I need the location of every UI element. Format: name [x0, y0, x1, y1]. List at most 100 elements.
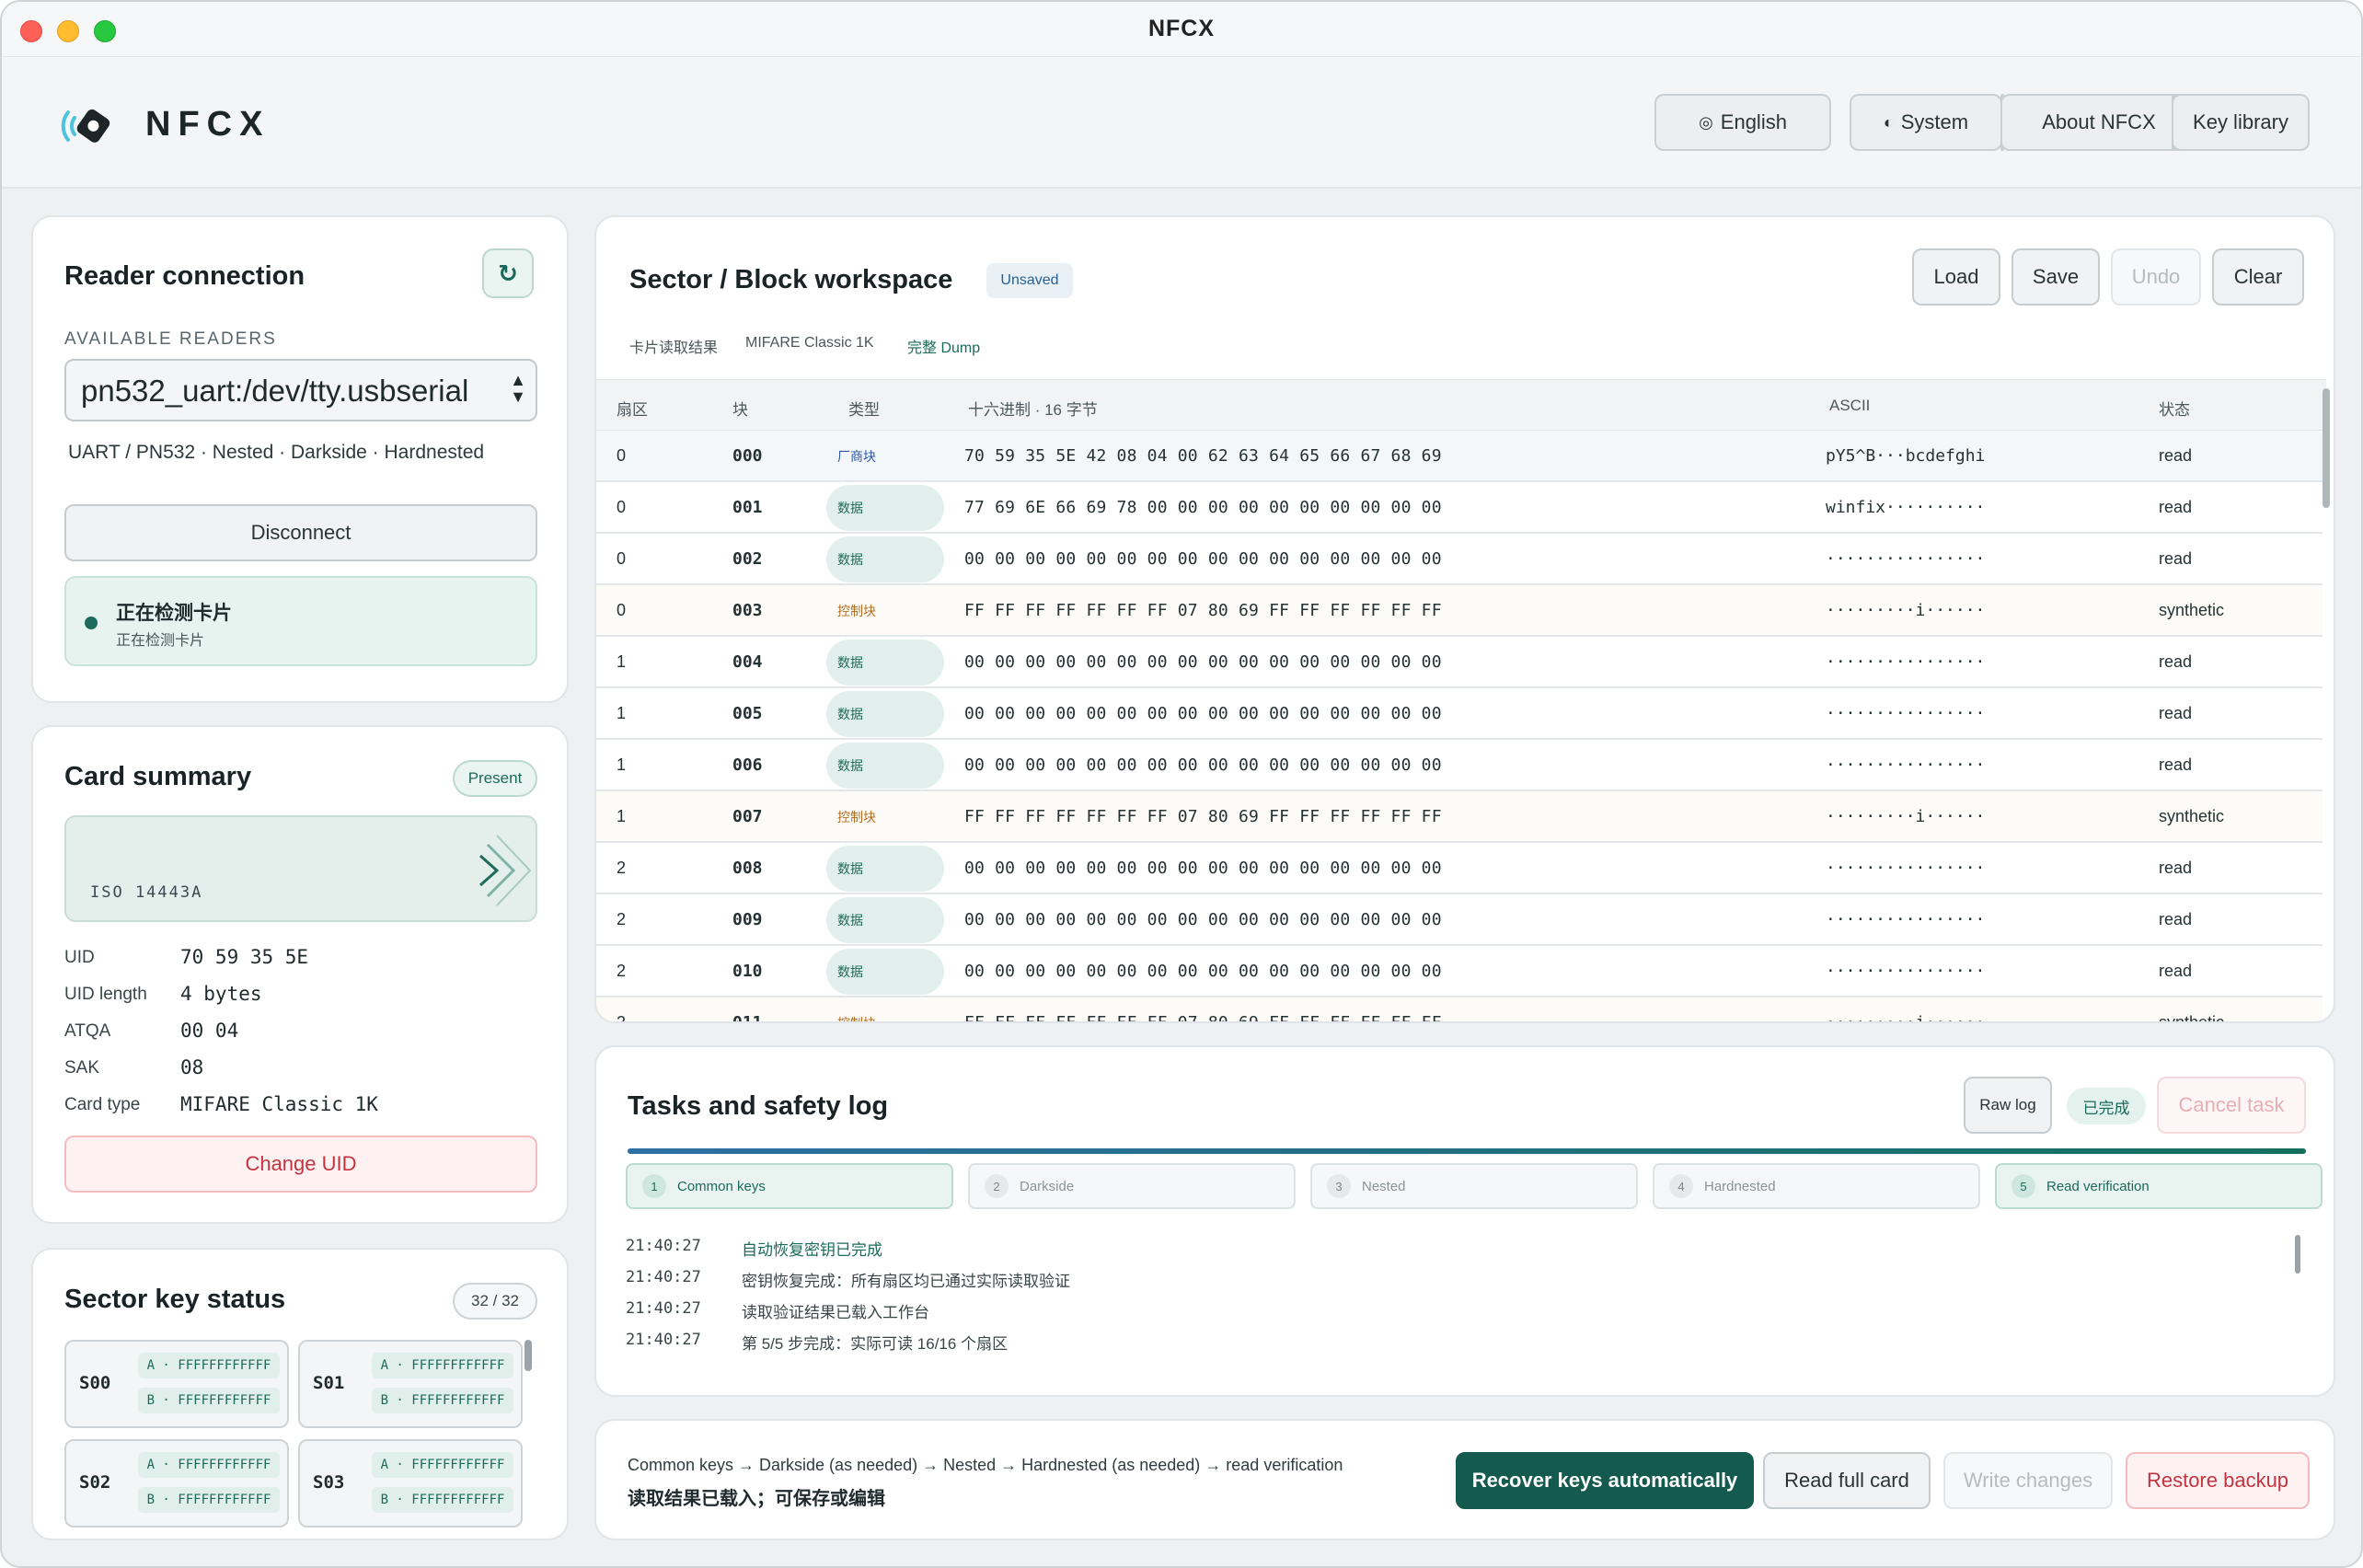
- table-row[interactable]: 0 002 00 00 00 00 00 00 00 00 00 00 00 00 …: [596, 534, 2323, 585]
- sector-name: S00: [79, 1373, 111, 1393]
- table-scrollbar-thumb[interactable]: [2323, 388, 2330, 508]
- sector-key-status-card: Sector key status 32 / 32 S00 A · FFFFFF…: [31, 1248, 569, 1540]
- table-row[interactable]: 2 008 00 00 00 00 00 00 00 00 00 00 00 00 …: [596, 843, 2323, 894]
- about-label: About NFCX: [2042, 110, 2156, 133]
- step-number: 2: [985, 1174, 1009, 1198]
- key-a: A · FFFFFFFFFFFF: [372, 1452, 513, 1478]
- table-row[interactable]: 0 001 77 69 6E 66 69 78 00 00 00 00 00 00 …: [596, 482, 2323, 534]
- sector-name: S01: [313, 1373, 345, 1393]
- card-visual: ISO 14443A: [64, 815, 537, 922]
- scrollbar-thumb[interactable]: [524, 1340, 532, 1371]
- write-changes-button[interactable]: Write changes: [1943, 1452, 2113, 1509]
- change-uid-button[interactable]: Change UID: [64, 1136, 537, 1193]
- workspace-card-type: MIFARE Classic 1K: [745, 335, 874, 351]
- refresh-readers-button[interactable]: ↻: [482, 248, 534, 298]
- ascii-cell: ·········i······: [1826, 807, 1986, 826]
- task-step: 1 Common keys: [626, 1163, 953, 1209]
- hex-cell: FF FF FF FF FF FF FF 07 80 69 FF FF FF F…: [964, 807, 1442, 826]
- card-standard: ISO 14443A: [90, 883, 203, 902]
- step-label: Nested: [1362, 1178, 1406, 1194]
- step-number: 5: [2011, 1174, 2035, 1198]
- block-cell: 006: [732, 755, 763, 775]
- hex-cell: FF FF FF FF FF FF FF 07 80 69 FF FF FF F…: [964, 1013, 1442, 1023]
- workspace-card: Sector / Block workspace Unsaved Load Sa…: [594, 215, 2335, 1023]
- restore-backup-button[interactable]: Restore backup: [2126, 1452, 2310, 1509]
- table-row[interactable]: 2 009 00 00 00 00 00 00 00 00 00 00 00 00 …: [596, 894, 2323, 946]
- state-cell: synthetic: [2159, 601, 2225, 619]
- uid-length-value: 4 bytes: [180, 983, 262, 1005]
- type-badge: 数据: [826, 640, 944, 686]
- step-label: Common keys: [677, 1178, 766, 1194]
- theme-label: System: [1900, 110, 1969, 133]
- task-status-badge: 已完成: [2067, 1088, 2146, 1124]
- read-full-card-button[interactable]: Read full card: [1763, 1452, 1931, 1509]
- state-cell: read: [2159, 446, 2193, 465]
- load-button[interactable]: Load: [1912, 248, 2000, 306]
- block-cell: 010: [732, 962, 763, 981]
- state-cell: synthetic: [2159, 807, 2225, 825]
- type-badge: 数据: [826, 485, 944, 531]
- clear-button[interactable]: Clear: [2212, 248, 2304, 306]
- block-cell: 002: [732, 549, 763, 569]
- col-sector: 扇区: [617, 401, 648, 419]
- save-label: Save: [2032, 265, 2080, 288]
- state-cell: read: [2159, 755, 2193, 774]
- reader-title: Reader connection: [64, 261, 305, 291]
- key-a: A · FFFFFFFFFFFF: [138, 1452, 280, 1478]
- action-status: 读取结果已载入；可保存或编辑: [628, 1489, 885, 1509]
- theme-button[interactable]: ◐ System: [1850, 94, 2002, 151]
- table-row[interactable]: 1 005 00 00 00 00 00 00 00 00 00 00 00 00 …: [596, 688, 2323, 740]
- save-button[interactable]: Save: [2011, 248, 2100, 306]
- sector-keys-title: Sector key status: [64, 1285, 286, 1314]
- card-type-value: MIFARE Classic 1K: [180, 1093, 378, 1115]
- disconnect-button[interactable]: Disconnect: [64, 504, 537, 561]
- sector-key-card[interactable]: S03 A · FFFFFFFFFFFF B · FFFFFFFFFFFF: [298, 1439, 523, 1528]
- sector-key-card[interactable]: S01 A · FFFFFFFFFFFF B · FFFFFFFFFFFF: [298, 1340, 523, 1428]
- write-changes-label: Write changes: [1963, 1469, 2093, 1492]
- recover-keys-button[interactable]: Recover keys automatically: [1456, 1452, 1754, 1509]
- step-number: 4: [1669, 1174, 1693, 1198]
- disconnect-label: Disconnect: [250, 521, 352, 544]
- cancel-task-button[interactable]: Cancel task: [2157, 1077, 2306, 1134]
- type-badge: 数据: [826, 949, 944, 995]
- key-library-label: Key library: [2193, 110, 2288, 133]
- table-row[interactable]: 0 003 FF FF FF FF FF FF FF 07 80 69 FF FF …: [596, 585, 2323, 637]
- col-type: 类型: [848, 401, 880, 419]
- state-cell: read: [2159, 859, 2193, 877]
- key-library-button[interactable]: Key library: [2172, 94, 2310, 151]
- hex-cell: 00 00 00 00 00 00 00 00 00 00 00 00 00 0…: [964, 962, 1442, 981]
- status-title: 正在检测卡片: [116, 603, 232, 624]
- undo-button[interactable]: Undo: [2111, 248, 2201, 306]
- sector-cell: 0: [617, 446, 627, 465]
- table-row[interactable]: 1 007 FF FF FF FF FF FF FF 07 80 69 FF FF …: [596, 791, 2323, 843]
- block-cell: 003: [732, 601, 763, 620]
- ascii-cell: winfix··········: [1826, 498, 1986, 517]
- raw-log-button[interactable]: Raw log: [1964, 1077, 2052, 1134]
- pipeline-description: Common keys → Darkside (as needed) → Nes…: [628, 1456, 1343, 1474]
- table-row[interactable]: 2 011 FF FF FF FF FF FF FF 07 80 69 FF FF …: [596, 997, 2323, 1023]
- ascii-cell: ················: [1826, 755, 1986, 775]
- block-cell: 005: [732, 704, 763, 723]
- workspace-title: Sector / Block workspace: [629, 265, 953, 294]
- table-row[interactable]: 0 000 70 59 35 5E 42 08 04 00 62 63 64 65 …: [596, 431, 2323, 482]
- status-subtitle: 正在检测卡片: [116, 633, 205, 649]
- atqa-value: 00 04: [180, 1020, 239, 1042]
- log-time: 21:40:27: [626, 1268, 701, 1286]
- table-row[interactable]: 1 004 00 00 00 00 00 00 00 00 00 00 00 00 …: [596, 637, 2323, 688]
- log-scrollbar-thumb[interactable]: [2295, 1235, 2300, 1274]
- reader-select[interactable]: pn532_uart:/dev/tty.usbserial ▲ ▼: [64, 359, 537, 421]
- sector-key-card[interactable]: S02 A · FFFFFFFFFFFF B · FFFFFFFFFFFF: [64, 1439, 289, 1528]
- reader-connection-card: Reader connection ↻ AVAILABLE READERS pn…: [31, 215, 569, 703]
- table-row[interactable]: 2 010 00 00 00 00 00 00 00 00 00 00 00 00 …: [596, 946, 2323, 997]
- sector-key-card[interactable]: S00 A · FFFFFFFFFFFF B · FFFFFFFFFFFF: [64, 1340, 289, 1428]
- about-button[interactable]: About NFCX: [2000, 94, 2197, 151]
- table-row[interactable]: 1 006 00 00 00 00 00 00 00 00 00 00 00 00 …: [596, 740, 2323, 791]
- unsaved-badge: Unsaved: [986, 263, 1073, 298]
- undo-label: Undo: [2131, 265, 2181, 288]
- restore-backup-label: Restore backup: [2146, 1469, 2289, 1492]
- ascii-cell: ·········i······: [1826, 1013, 1986, 1023]
- workspace-source: 卡片读取结果: [629, 340, 719, 356]
- language-button[interactable]: ◎ English: [1654, 94, 1831, 151]
- key-b: B · FFFFFFFFFFFF: [372, 1388, 513, 1413]
- half-circle-icon: ◐: [1883, 112, 1894, 132]
